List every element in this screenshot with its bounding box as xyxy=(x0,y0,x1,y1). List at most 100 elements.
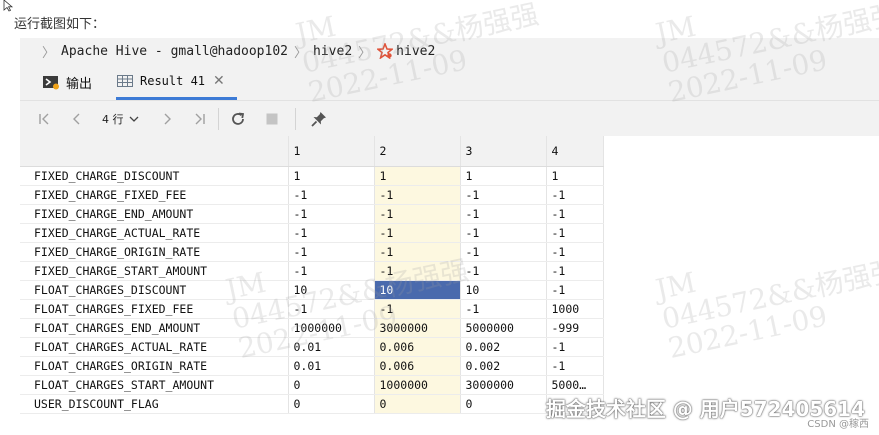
table-cell[interactable]: 10 xyxy=(460,280,547,300)
table-cell[interactable]: -1 xyxy=(288,185,375,205)
table-cell[interactable]: -1 xyxy=(546,261,604,281)
table-cell[interactable]: 1 xyxy=(546,166,604,186)
row-name-cell[interactable]: FLOAT_CHARGES_ORIGIN_RATE xyxy=(20,356,289,376)
table-row[interactable]: FLOAT_CHARGES_ORIGIN_RATE 0.01 0.006 0.002-… xyxy=(20,356,604,376)
tab-output[interactable]: 输出 xyxy=(42,64,92,100)
table-cell[interactable]: 1000 xyxy=(546,299,604,319)
row-name-cell[interactable]: FLOAT_CHARGES_FIXED_FEE xyxy=(20,299,289,319)
table-cell[interactable]: 3000000 xyxy=(460,375,547,395)
row-name-cell[interactable]: FIXED_CHARGE_FIXED_FEE xyxy=(20,185,289,205)
first-page-button[interactable] xyxy=(32,106,58,132)
pin-tab-button[interactable] xyxy=(306,106,332,132)
table-cell[interactable]: 0 xyxy=(288,375,375,395)
table-cell[interactable]: -1 xyxy=(374,242,461,262)
stop-button[interactable] xyxy=(259,106,285,132)
row-name-cell[interactable]: FIXED_CHARGE_DISCOUNT xyxy=(20,166,289,186)
table-cell[interactable]: 0 xyxy=(460,394,547,414)
table-cell[interactable]: -1 xyxy=(288,223,375,243)
table-cell[interactable]: 1 xyxy=(288,166,375,186)
row-name-cell[interactable]: FLOAT_CHARGES_START_AMOUNT xyxy=(20,375,289,395)
table-row[interactable]: FIXED_CHARGE_END_AMOUNT -1 -1 -1 -1 xyxy=(20,204,604,224)
table-cell[interactable]: -1 xyxy=(546,280,604,300)
table-cell[interactable]: -1 xyxy=(460,299,547,319)
table-cell[interactable]: -1 xyxy=(546,356,604,376)
table-cell[interactable]: 0.006 xyxy=(374,356,461,376)
table-cell[interactable]: 0.01 xyxy=(288,356,375,376)
row-name-cell[interactable]: FIXED_CHARGE_END_AMOUNT xyxy=(20,204,289,224)
table-cell[interactable]: 5000… xyxy=(546,375,604,395)
page-size-dropdown[interactable]: 4 行 xyxy=(102,111,140,127)
column-header[interactable]: 3 xyxy=(460,136,547,167)
table-cell[interactable]: 1000000 xyxy=(374,375,461,395)
table-row[interactable]: USER_DISCOUNT_FLAG 0 0 0 xyxy=(20,394,604,414)
table-row[interactable]: FLOAT_CHARGES_END_AMOUNT 1000000 3000000 50… xyxy=(20,318,604,338)
column-header[interactable]: 4 xyxy=(546,136,604,167)
row-name-cell[interactable]: USER_DISCOUNT_FLAG xyxy=(20,394,289,414)
table-cell[interactable]: 0.002 xyxy=(460,356,547,376)
table-cell[interactable]: -1 xyxy=(460,204,547,224)
table-cell[interactable]: -1 xyxy=(546,223,604,243)
table-cell[interactable]: -1 xyxy=(374,299,461,319)
table-row[interactable]: FIXED_CHARGE_ACTUAL_RATE -1 -1 -1 -1 xyxy=(20,223,604,243)
row-name-cell[interactable]: FIXED_CHARGE_ORIGIN_RATE xyxy=(20,242,289,262)
table-cell[interactable]: 0 xyxy=(288,394,375,414)
table-cell[interactable]: -1 xyxy=(546,185,604,205)
close-icon[interactable]: ✕ xyxy=(213,73,225,89)
row-name-cell[interactable]: FLOAT_CHARGES_DISCOUNT xyxy=(20,280,289,300)
table-row[interactable]: FLOAT_CHARGES_DISCOUNT 10 10 10 -1 xyxy=(20,280,604,300)
table-cell[interactable]: -999 xyxy=(546,318,604,338)
table-cell[interactable]: -1 xyxy=(288,299,375,319)
table-cell[interactable]: 1000000 xyxy=(288,318,375,338)
table-row[interactable]: FIXED_CHARGE_DISCOUNT 1 1 1 1 xyxy=(20,166,604,186)
last-page-button[interactable] xyxy=(186,106,212,132)
table-cell[interactable]: -1 xyxy=(460,223,547,243)
table-cell[interactable]: -1 xyxy=(546,337,604,357)
caption-text: 运行截图如下： xyxy=(14,17,106,32)
tab-result[interactable]: Result 41 ✕ xyxy=(116,64,237,100)
breadcrumb-database[interactable]: hive2 xyxy=(313,44,352,59)
table-row[interactable]: FIXED_CHARGE_START_AMOUNT -1 -1 -1 -1 xyxy=(20,261,604,281)
table-cell[interactable]: -1 xyxy=(288,204,375,224)
table-cell[interactable]: 0.006 xyxy=(374,337,461,357)
table-cell[interactable]: -1 xyxy=(288,242,375,262)
table-cell[interactable]: 0.01 xyxy=(288,337,375,357)
table-row[interactable]: FIXED_CHARGE_ORIGIN_RATE -1 -1 -1 -1 xyxy=(20,242,604,262)
table-row[interactable]: FIXED_CHARGE_FIXED_FEE -1 -1 -1 -1 xyxy=(20,185,604,205)
table-cell[interactable]: -1 xyxy=(460,185,547,205)
table-cell[interactable]: 10 xyxy=(288,280,375,300)
table-cell[interactable]: -1 xyxy=(546,204,604,224)
table-cell[interactable]: -1 xyxy=(460,261,547,281)
table-grid-icon xyxy=(117,74,133,87)
table-cell[interactable]: 3000000 xyxy=(374,318,461,338)
column-header[interactable]: 1 xyxy=(288,136,375,167)
table-cell[interactable]: -1 xyxy=(374,261,461,281)
table-cell[interactable]: 1 xyxy=(460,166,547,186)
table-cell[interactable]: 10 xyxy=(374,280,461,300)
table-cell[interactable]: -1 xyxy=(374,204,461,224)
table-row[interactable]: FLOAT_CHARGES_START_AMOUNT 0 1000000 300000… xyxy=(20,375,604,395)
table-cell[interactable]: -1 xyxy=(546,242,604,262)
breadcrumb-console[interactable]: hive2 xyxy=(396,44,435,59)
row-name-cell[interactable]: FIXED_CHARGE_ACTUAL_RATE xyxy=(20,223,289,243)
breadcrumb-datasource[interactable]: Apache Hive - gmall@hadoop102 xyxy=(61,44,288,59)
table-row[interactable]: FLOAT_CHARGES_ACTUAL_RATE 0.01 0.006 0.002-… xyxy=(20,337,604,357)
row-name-cell[interactable]: FIXED_CHARGE_START_AMOUNT xyxy=(20,261,289,281)
column-header[interactable]: 2 xyxy=(374,136,461,167)
table-cell[interactable]: -1 xyxy=(374,223,461,243)
pin-icon xyxy=(310,112,326,127)
refresh-button[interactable] xyxy=(225,106,251,132)
table-cell[interactable]: -1 xyxy=(288,261,375,281)
previous-page-button[interactable] xyxy=(64,106,90,132)
next-page-button[interactable] xyxy=(154,106,180,132)
table-cell[interactable]: 0.002 xyxy=(460,337,547,357)
table-cell[interactable]: 1 xyxy=(374,166,461,186)
stop-icon xyxy=(266,113,277,125)
table-cell[interactable]: 0 xyxy=(374,394,461,414)
table-cell[interactable]: -1 xyxy=(374,185,461,205)
table-cell[interactable]: 5000000 xyxy=(460,318,547,338)
chevron-right-icon: 〉 xyxy=(358,45,372,61)
row-name-cell[interactable]: FLOAT_CHARGES_ACTUAL_RATE xyxy=(20,337,289,357)
table-row[interactable]: FLOAT_CHARGES_FIXED_FEE -1 -1 -1 1000 xyxy=(20,299,604,319)
row-name-cell[interactable]: FLOAT_CHARGES_END_AMOUNT xyxy=(20,318,289,338)
table-cell[interactable]: -1 xyxy=(460,242,547,262)
